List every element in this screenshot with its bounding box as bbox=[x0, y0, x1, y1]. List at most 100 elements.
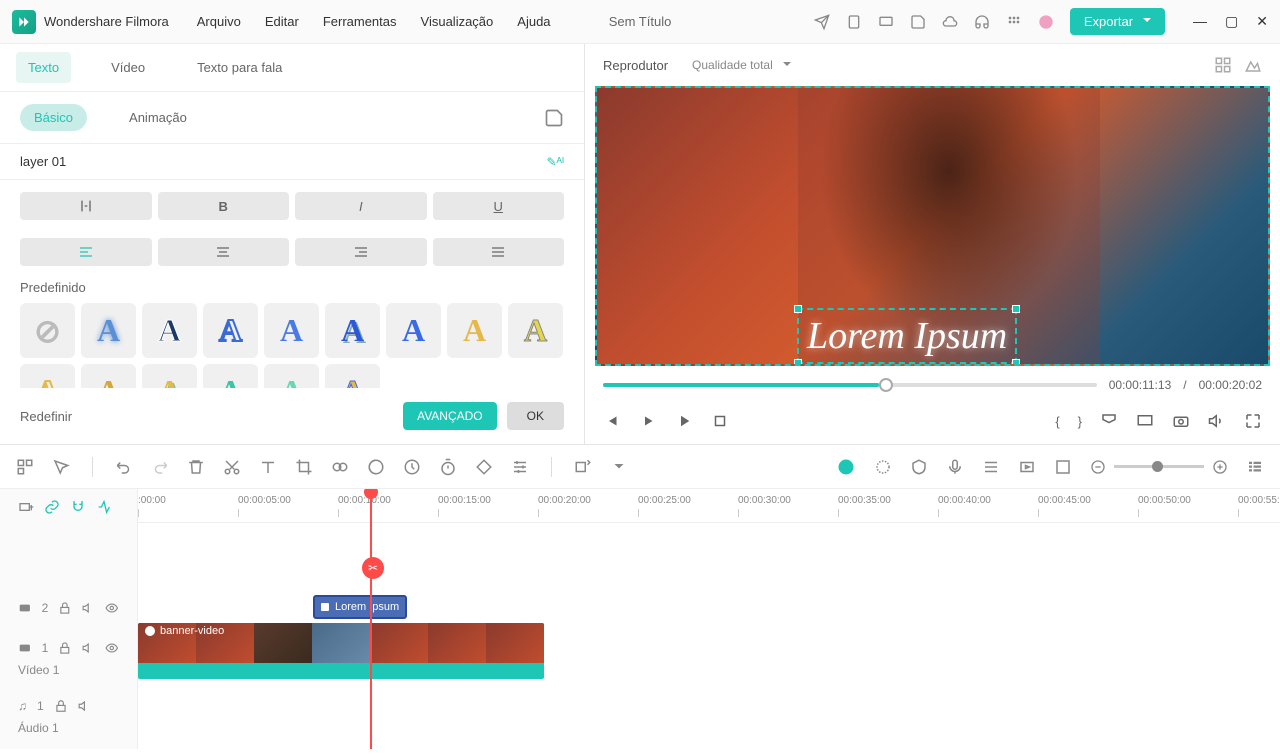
prev-button[interactable] bbox=[603, 412, 621, 430]
adjust-icon[interactable] bbox=[511, 458, 529, 476]
apps-icon[interactable] bbox=[1006, 14, 1022, 30]
speed-icon[interactable] bbox=[403, 458, 421, 476]
headphones-icon[interactable] bbox=[974, 14, 990, 30]
playhead[interactable] bbox=[370, 489, 372, 749]
advanced-button[interactable]: AVANÇADO bbox=[403, 402, 497, 430]
cloud-icon[interactable] bbox=[942, 14, 958, 30]
resize-handle-ne[interactable] bbox=[1012, 305, 1020, 313]
eye-icon[interactable] bbox=[105, 601, 119, 615]
grid-icon[interactable] bbox=[16, 458, 34, 476]
reset-button[interactable]: Redefinir bbox=[20, 409, 72, 424]
send-icon[interactable] bbox=[814, 14, 830, 30]
bracket-close-icon[interactable]: } bbox=[1078, 414, 1082, 429]
bold-button[interactable]: B bbox=[158, 192, 290, 220]
play-button[interactable] bbox=[675, 412, 693, 430]
monitor-icon[interactable] bbox=[1136, 412, 1154, 430]
snap-icon[interactable] bbox=[96, 499, 112, 515]
subtab-basico[interactable]: Básico bbox=[20, 104, 87, 131]
zoom-out-icon[interactable] bbox=[1090, 459, 1106, 475]
close-button[interactable]: ✕ bbox=[1256, 13, 1268, 30]
video-preview[interactable]: Lorem Ipsum bbox=[595, 86, 1270, 366]
redo-icon[interactable] bbox=[151, 458, 169, 476]
mute-icon[interactable] bbox=[82, 601, 96, 615]
shield-icon[interactable] bbox=[910, 458, 928, 476]
tab-texto-para-fala[interactable]: Texto para fala bbox=[185, 52, 294, 83]
audio-mixer-icon[interactable] bbox=[982, 458, 1000, 476]
preset-8[interactable]: A bbox=[508, 303, 563, 358]
tracks-area[interactable]: :00:00 00:00:05:00 00:00:10:00 00:00:15:… bbox=[138, 489, 1280, 749]
stop-button[interactable] bbox=[711, 412, 729, 430]
marker-icon[interactable] bbox=[1100, 412, 1118, 430]
preset-10[interactable]: A bbox=[81, 364, 136, 388]
eye-icon[interactable] bbox=[105, 641, 119, 655]
menu-ferramentas[interactable]: Ferramentas bbox=[323, 14, 397, 29]
underline-button[interactable]: U bbox=[433, 192, 565, 220]
menu-visualizacao[interactable]: Visualização bbox=[421, 14, 494, 29]
text-clip[interactable]: Lorem Ipsum bbox=[313, 595, 407, 619]
align-right-button[interactable] bbox=[295, 238, 427, 266]
resize-handle-se[interactable] bbox=[1012, 359, 1020, 366]
scrub-thumb[interactable] bbox=[879, 378, 893, 392]
preset-6[interactable]: A bbox=[386, 303, 441, 358]
preset-14[interactable]: A bbox=[325, 364, 380, 388]
lock-icon[interactable] bbox=[58, 641, 72, 655]
preset-3[interactable]: A bbox=[203, 303, 258, 358]
zoom-thumb[interactable] bbox=[1152, 461, 1163, 472]
preset-7[interactable]: A bbox=[447, 303, 502, 358]
minimize-button[interactable]: — bbox=[1193, 13, 1207, 30]
text-overlay-selection[interactable]: Lorem Ipsum bbox=[797, 308, 1017, 364]
color-icon[interactable] bbox=[367, 458, 385, 476]
preset-1[interactable]: A bbox=[81, 303, 136, 358]
save-preset-icon[interactable] bbox=[544, 108, 564, 128]
export-button[interactable]: Exportar bbox=[1070, 8, 1165, 35]
magnet-icon[interactable] bbox=[70, 499, 86, 515]
tab-video[interactable]: Vídeo bbox=[99, 52, 157, 83]
device-icon[interactable] bbox=[846, 14, 862, 30]
mic-icon[interactable] bbox=[946, 458, 964, 476]
cut-marker[interactable]: ✂ bbox=[362, 557, 384, 579]
zoom-track[interactable] bbox=[1114, 465, 1204, 468]
pointer-icon[interactable] bbox=[52, 458, 70, 476]
render-icon[interactable] bbox=[1018, 458, 1036, 476]
step-back-button[interactable] bbox=[639, 412, 657, 430]
align-center-button[interactable] bbox=[158, 238, 290, 266]
replace-icon[interactable] bbox=[574, 458, 592, 476]
video-clip[interactable]: banner-video bbox=[138, 623, 544, 679]
list-view-icon[interactable] bbox=[1246, 458, 1264, 476]
save-icon[interactable] bbox=[910, 14, 926, 30]
add-track-icon[interactable] bbox=[18, 499, 34, 515]
scrub-track[interactable] bbox=[603, 383, 1097, 387]
mute-icon[interactable] bbox=[82, 641, 96, 655]
text-tool-icon[interactable] bbox=[259, 458, 277, 476]
screen-icon[interactable] bbox=[878, 14, 894, 30]
zoom-in-icon[interactable] bbox=[1212, 459, 1228, 475]
undo-icon[interactable] bbox=[115, 458, 133, 476]
lock-icon[interactable] bbox=[54, 699, 68, 713]
menu-arquivo[interactable]: Arquivo bbox=[197, 14, 241, 29]
menu-editar[interactable]: Editar bbox=[265, 14, 299, 29]
link-icon[interactable] bbox=[44, 499, 60, 515]
grid-view-icon[interactable] bbox=[1214, 56, 1232, 74]
delete-icon[interactable] bbox=[187, 458, 205, 476]
menu-ajuda[interactable]: Ajuda bbox=[517, 14, 550, 29]
ai-assistant-icon[interactable] bbox=[836, 457, 856, 477]
preset-5[interactable]: A bbox=[325, 303, 380, 358]
maximize-button[interactable]: ▢ bbox=[1225, 13, 1238, 30]
timeline-ruler[interactable]: :00:00 00:00:05:00 00:00:10:00 00:00:15:… bbox=[138, 489, 1280, 523]
italic-button[interactable]: I bbox=[295, 192, 427, 220]
ai-edit-icon[interactable]: ✎ᴬᴵ bbox=[547, 155, 565, 169]
preset-2[interactable]: A bbox=[142, 303, 197, 358]
marker-list-icon[interactable] bbox=[1054, 458, 1072, 476]
align-left-button[interactable] bbox=[20, 238, 152, 266]
scope-icon[interactable] bbox=[1244, 56, 1262, 74]
bracket-open-icon[interactable]: { bbox=[1055, 414, 1059, 429]
preset-12[interactable]: A bbox=[203, 364, 258, 388]
avatar-icon[interactable] bbox=[1038, 14, 1054, 30]
preset-11[interactable]: A bbox=[142, 364, 197, 388]
spacing-button[interactable] bbox=[20, 192, 152, 220]
crop-icon[interactable] bbox=[295, 458, 313, 476]
more-icon[interactable] bbox=[610, 458, 628, 476]
layer-header[interactable]: layer 01 ✎ᴬᴵ bbox=[0, 143, 584, 180]
align-justify-button[interactable] bbox=[433, 238, 565, 266]
preset-none[interactable]: ⊘ bbox=[20, 303, 75, 358]
